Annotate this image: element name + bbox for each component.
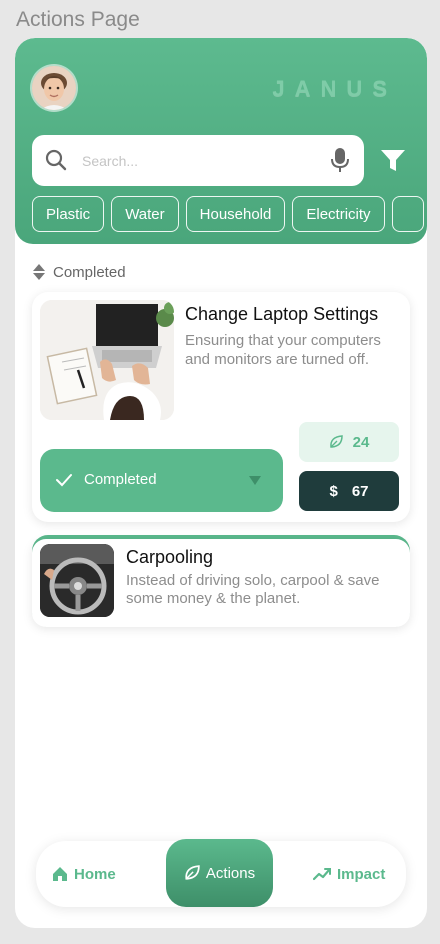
check-icon [56, 474, 72, 487]
search-icon [45, 149, 67, 171]
chip-more[interactable] [391, 196, 424, 232]
status-dropdown[interactable]: Completed [40, 449, 283, 512]
chip-plastic[interactable]: Plastic [32, 196, 105, 232]
points-badge: 24 [299, 422, 399, 462]
microphone-icon[interactable] [330, 147, 350, 173]
chip-electricity[interactable]: Electricity [292, 196, 385, 232]
points-value: 24 [352, 433, 370, 451]
header-panel: JANUS PlasticWaterHouseholdElectricity [15, 38, 427, 244]
leaf-icon [185, 865, 200, 880]
status-label: Completed [84, 471, 157, 488]
action-card[interactable]: Change Laptop Settings Ensuring that you… [32, 292, 410, 522]
user-avatar[interactable] [32, 66, 76, 110]
leaf-icon [329, 435, 343, 448]
nav-home[interactable]: Home [52, 841, 116, 907]
nav-impact[interactable]: Impact [313, 841, 385, 907]
savings-badge: $ 67 [299, 471, 399, 511]
steering-wheel-image [40, 544, 114, 617]
nav-actions[interactable]: Actions [166, 839, 273, 907]
nav-home-label: Home [74, 865, 116, 883]
action-title: Carpooling [126, 547, 214, 567]
category-chips: Plastic Water Household Electricity [32, 196, 427, 236]
search-input[interactable] [80, 148, 314, 174]
filter-icon[interactable] [379, 146, 407, 174]
search-bar[interactable] [32, 135, 364, 186]
laptop-image [40, 300, 174, 420]
chip-water[interactable]: Water [111, 196, 179, 232]
action-description: Ensuring that your computers and monitor… [185, 332, 381, 368]
action-description: Instead of driving solo, carpool & save … [126, 572, 380, 607]
bottom-nav: Home Actions Impact [36, 839, 406, 907]
home-icon [53, 867, 67, 881]
sort-control[interactable]: Completed [33, 262, 126, 282]
app-screen: JANUS PlasticWaterHouseholdElectricity [15, 38, 427, 928]
dollar-icon: $ [329, 482, 338, 500]
chip-household[interactable]: Household [185, 196, 286, 232]
sort-icon [33, 264, 45, 280]
brand-logo: JANUS [272, 76, 397, 101]
trend-up-icon [313, 868, 331, 881]
page-label: Actions Page [16, 8, 140, 31]
sort-label: Completed [53, 263, 126, 281]
action-title: Change Laptop Settings [185, 304, 379, 324]
nav-impact-label: Impact [337, 865, 386, 883]
savings-value: 67 [351, 482, 369, 500]
action-card[interactable]: Carpooling Instead of driving solo, carp… [32, 539, 410, 627]
nav-actions-label: Actions [205, 864, 256, 882]
chevron-down-icon [249, 476, 261, 485]
